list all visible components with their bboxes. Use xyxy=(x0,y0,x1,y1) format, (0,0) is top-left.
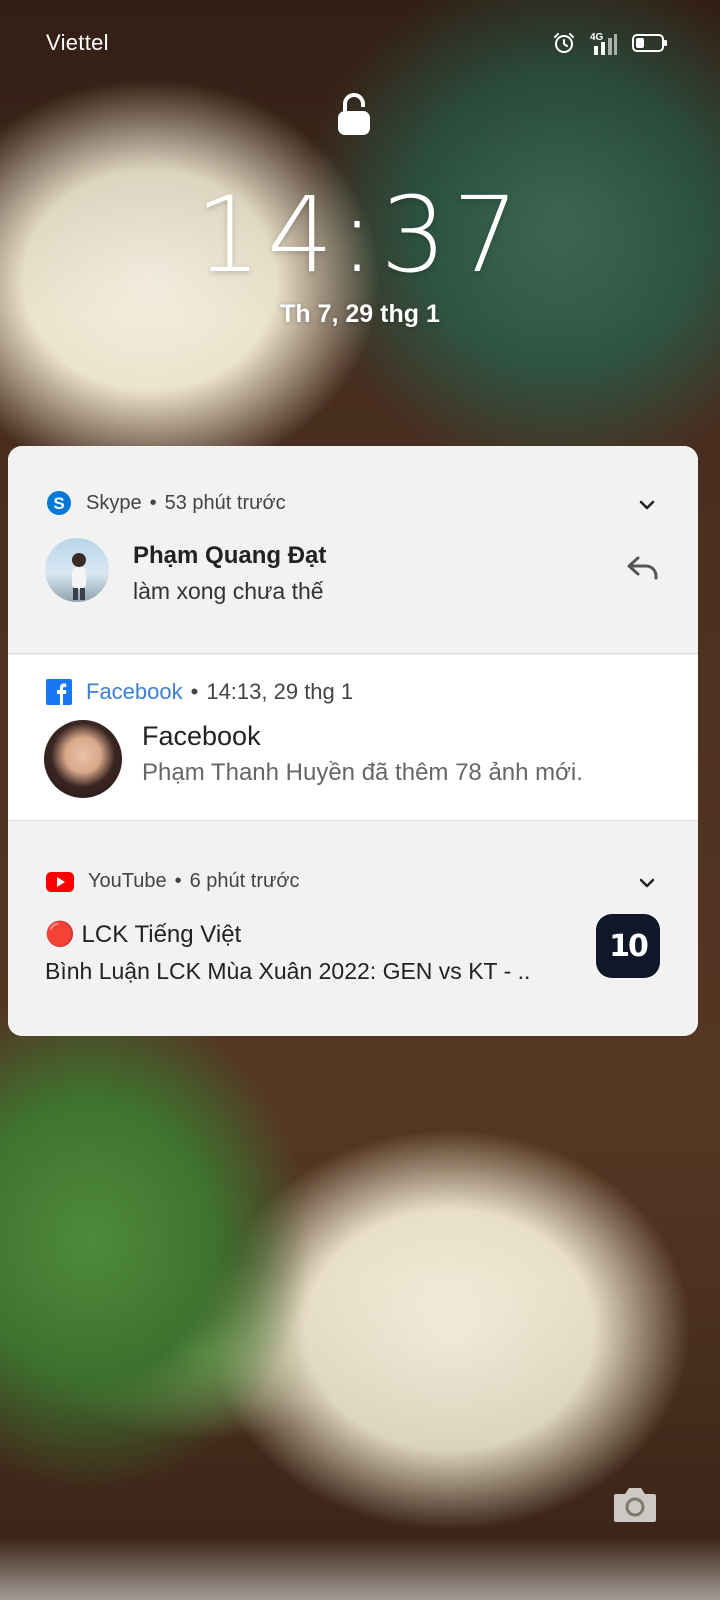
youtube-icon xyxy=(46,871,74,892)
svg-text:S: S xyxy=(53,494,64,513)
battery-icon xyxy=(632,34,667,52)
reply-icon[interactable] xyxy=(626,554,660,582)
notification-skype[interactable]: S Skype • 53 phút trước Phạm Quang Đạt l… xyxy=(8,446,698,654)
camera-icon[interactable] xyxy=(612,1484,658,1524)
lockscreen-date: Th 7, 29 thg 1 xyxy=(280,300,440,328)
notification-panel: S Skype • 53 phút trước Phạm Quang Đạt l… xyxy=(8,446,698,1036)
notification-youtube[interactable]: YouTube • 6 phút trước 🔴 LCK Tiếng Việt … xyxy=(8,822,698,1036)
separator-dot: • xyxy=(174,870,182,892)
video-title: Bình Luận LCK Mùa Xuân 2022: GEN vs KT -… xyxy=(45,958,531,984)
app-name: YouTube xyxy=(88,870,167,892)
facebook-icon xyxy=(46,679,72,705)
notification-time: 14:13, 29 thg 1 xyxy=(206,679,354,704)
separator-dot: • xyxy=(190,679,199,704)
notification-text: Phạm Thanh Huyền đã thêm 78 ảnh mới. xyxy=(142,759,583,786)
notification-facebook[interactable]: Facebook • 14:13, 29 thg 1 Facebook Phạm… xyxy=(8,655,698,821)
notification-time: 6 phút trước xyxy=(189,870,300,892)
notification-header: Facebook • 14:13, 29 thg 1 xyxy=(46,679,353,705)
avatar-person-icon xyxy=(72,553,86,600)
sender-name: Phạm Quang Đạt xyxy=(133,542,327,569)
carrier-name: Viettel xyxy=(46,30,109,55)
avatar xyxy=(44,720,122,798)
thumbnail-logo: 10 xyxy=(609,928,649,964)
notification-time: 53 phút trước xyxy=(164,491,286,514)
notification-header: S Skype • 53 phút trước xyxy=(46,490,286,516)
status-icons: 4G xyxy=(552,30,668,56)
notification-header: YouTube • 6 phút trước xyxy=(46,870,300,893)
message-text: làm xong chưa thế xyxy=(133,578,324,604)
app-name: Skype xyxy=(86,491,142,514)
lock-icon[interactable] xyxy=(336,92,372,136)
channel-title: 🔴 LCK Tiếng Việt xyxy=(45,921,242,948)
gesture-area xyxy=(0,1538,720,1600)
alarm-icon xyxy=(554,33,574,53)
skype-icon: S xyxy=(47,491,71,515)
chevron-down-icon[interactable] xyxy=(636,494,658,516)
network-type: 4G xyxy=(590,32,604,43)
chevron-down-icon[interactable] xyxy=(636,872,658,894)
notification-title: Facebook xyxy=(142,721,261,751)
separator-dot: • xyxy=(149,491,157,514)
status-bar: Viettel 4G xyxy=(0,0,720,86)
signal-icon: 4G xyxy=(590,32,617,55)
avatar xyxy=(45,538,109,602)
video-thumbnail: 10 xyxy=(596,914,660,978)
app-name: Facebook xyxy=(86,679,183,704)
lockscreen-clock: 14:37 xyxy=(195,174,525,296)
